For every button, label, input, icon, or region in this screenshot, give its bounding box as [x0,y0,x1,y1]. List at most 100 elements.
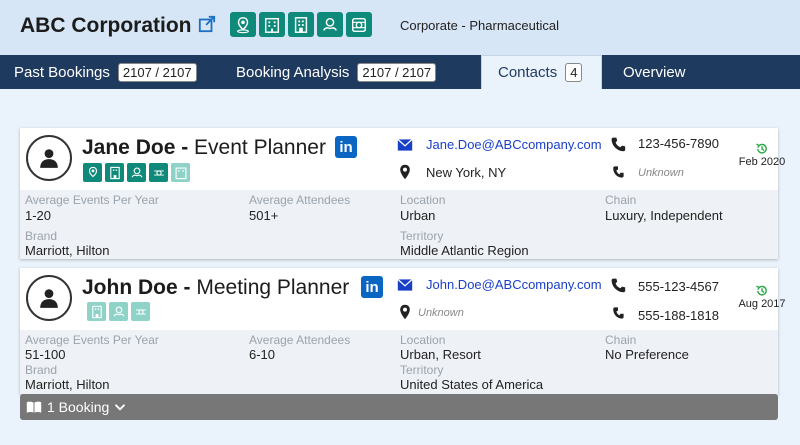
avg-events-label: Average Events Per Year [25,193,159,207]
tab-label: Booking Analysis [236,63,350,81]
contact-name-title: John Doe - Meeting Planner [82,276,349,300]
location-type-value: Urban [400,208,436,223]
gear-icon [131,302,150,321]
territory-value: Middle Atlantic Region [400,243,529,258]
tab-past-bookings[interactable]: Past Bookings 2107 / 2107 [14,55,197,89]
contact-tag-icons [83,163,190,182]
last-activity: Feb 2020 [738,142,786,168]
industry-label: Corporate - Pharmaceutical [400,18,559,33]
building-icon [171,163,190,182]
territory-label: Territory [400,363,444,377]
contact-card-header: Jane Doe - Event Planner in Jane.Doe@ABC… [20,128,785,190]
map-marker-icon [400,304,410,320]
avatar [26,135,72,181]
brand-label: Brand [25,363,58,377]
territory-value: United States of America [400,377,544,392]
name-separator: - [183,276,197,299]
avg-events-value: 1-20 [25,208,52,223]
hotel-icon [288,12,314,37]
bookings-toggle-label: 1 Booking [47,399,110,415]
contact-name: John Doe [82,276,178,299]
hotel-icon [87,302,106,321]
handshake-icon [109,302,128,321]
tab-label: Overview [623,63,686,81]
avg-events-value: 51-100 [25,347,66,362]
tab-count-badge: 4 [565,63,583,82]
brand-value: Marriott, Hilton [25,377,110,392]
mobile-phone-icon [613,307,624,319]
tab-label: Contacts [498,64,558,81]
tab-overview[interactable]: Overview [623,55,686,89]
company-header: ABC Corporation Corporate - Pharmaceutic… [0,0,800,55]
tab-booking-analysis[interactable]: Booking Analysis 2107 / 2107 [236,55,437,89]
gear-icon [149,163,168,182]
avg-attendees-label: Average Attendees [249,333,351,347]
last-activity-date: Aug 2017 [738,298,786,310]
contact-phone-primary[interactable]: 555-123-4567 [638,279,719,294]
avg-attendees-label: Average Attendees [249,193,351,207]
contact-phone-secondary[interactable]: 555-188-1818 [638,308,719,323]
tab-label: Past Bookings [14,63,110,81]
avg-attendees-value: 6-10 [249,347,276,362]
mobile-phone-icon [613,166,624,178]
territory-label: Territory [400,229,444,243]
contact-name: Jane Doe [82,136,176,159]
book-icon [26,401,42,413]
contact-card-header: John Doe - Meeting Planner in John.Doe@A… [20,268,786,330]
email-icon [397,138,413,151]
chevron-down-icon [115,404,126,411]
map-marker-icon [400,164,410,180]
tab-contacts[interactable]: Contacts 4 [481,55,602,89]
brand-label: Brand [25,229,58,243]
location-pin-icon [230,12,256,37]
contact-phone-secondary: Unknown [638,167,684,179]
contact-tag-icons [87,302,150,321]
history-icon [756,143,767,154]
chain-label: Chain [605,333,637,347]
company-tag-icons [230,12,372,37]
last-activity: Aug 2017 [738,284,786,310]
brand-value: Marriott, Hilton [25,243,110,258]
contact-title: Meeting Planner [196,276,350,299]
location-type-label: Location [400,333,446,347]
name-separator: - [181,136,195,159]
location-type-label: Location [400,193,446,207]
contact-title: Event Planner [194,136,326,159]
company-name: ABC Corporation [20,14,192,37]
contact-details: Average Events Per Year 51-100 Average A… [20,330,778,394]
location-pin-icon [83,163,102,182]
tab-count-badge: 2107 / 2107 [357,62,437,82]
avg-events-label: Average Events Per Year [25,333,159,347]
tab-count-badge: 2107 / 2107 [117,62,197,82]
avg-attendees-value: 501+ [249,208,279,223]
linkedin-icon[interactable]: in [361,276,383,298]
chain-value: No Preference [605,347,689,362]
contact-card: John Doe - Meeting Planner in John.Doe@A… [20,268,786,394]
contact-phone-primary[interactable]: 123-456-7890 [638,136,719,151]
tab-bar: Past Bookings 2107 / 2107 Booking Analys… [0,55,800,89]
contact-location: New York, NY [426,165,507,180]
bookings-toggle-button[interactable]: 1 Booking [20,394,778,420]
email-icon [397,278,413,291]
building-icon [259,12,285,37]
gear-icon [346,12,372,37]
contact-name-title: Jane Doe - Event Planner [82,136,326,160]
external-link-icon[interactable] [198,15,216,33]
linkedin-icon[interactable]: in [335,136,357,158]
contact-email-link[interactable]: John.Doe@ABCcompany.com [426,277,602,292]
user-icon [40,289,58,308]
history-icon [756,285,767,296]
chain-label: Chain [605,193,637,207]
contact-location: Unknown [418,307,464,319]
phone-icon [611,278,626,293]
last-activity-date: Feb 2020 [738,156,786,168]
contact-email-link[interactable]: Jane.Doe@ABCcompany.com [426,137,602,152]
phone-icon [611,137,626,152]
contact-details: Average Events Per Year 1-20 Average Att… [20,190,778,259]
handshake-icon [317,12,343,37]
handshake-icon [127,163,146,182]
location-type-value: Urban, Resort [400,347,481,362]
user-icon [40,149,58,168]
hotel-icon [105,163,124,182]
avatar [26,275,72,321]
